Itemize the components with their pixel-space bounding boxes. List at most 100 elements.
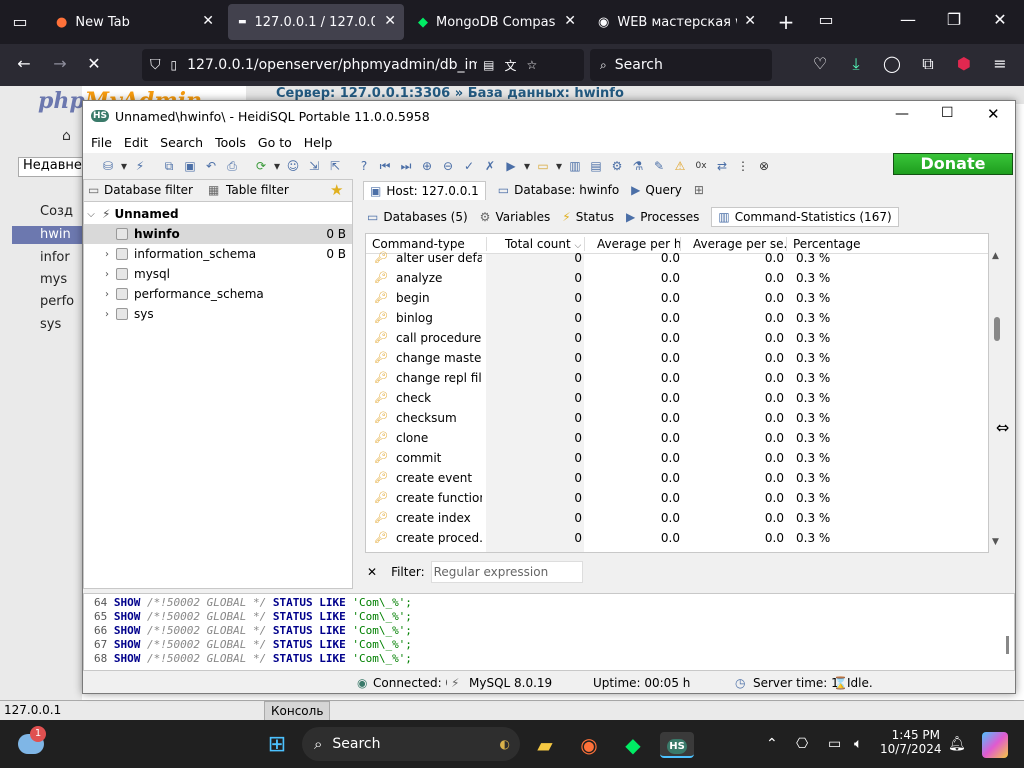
post-icon[interactable]: ✓ — [460, 157, 478, 175]
console-button[interactable]: Консоль — [264, 701, 331, 721]
tab-phpmyadmin[interactable]: ▬ 127.0.0.1 / 127.0.0.1 / hi ✕ — [228, 4, 404, 40]
first-icon[interactable]: ⏮ — [376, 157, 394, 175]
firefox-taskbar-icon[interactable]: ◉ — [576, 732, 602, 758]
print-icon[interactable]: ⎙ — [223, 157, 241, 175]
stop-icon[interactable]: ⊗ — [755, 157, 773, 175]
new-query-tab[interactable]: ⊞ — [694, 183, 709, 197]
scroll-up-icon[interactable]: ▲ — [992, 251, 999, 261]
recent-tables-dropdown[interactable]: Недавнее — [18, 157, 84, 177]
heidisql-taskbar-icon[interactable]: HS — [660, 732, 694, 758]
menu-help[interactable]: Help — [304, 135, 333, 150]
file-explorer-icon[interactable]: ▰ — [532, 732, 558, 758]
table-row[interactable]: 🔑︎ change repl fil... 0 0.0 0.0 0.3 % — [366, 368, 988, 388]
table-row[interactable]: 🔑︎ checksum 0 0.0 0.0 0.3 % — [366, 408, 988, 428]
restore-icon[interactable]: ❐ — [942, 10, 966, 29]
tab-new-tab[interactable]: ● New Tab ✕ — [46, 4, 222, 40]
tree-db-hwinfo[interactable]: hwinfo 0 B — [84, 224, 352, 244]
execute-icon[interactable]: ▶ — [502, 157, 520, 175]
grid-scrollbar[interactable]: ▲ ▼ — [989, 233, 1005, 553]
last-icon[interactable]: ⏭ — [397, 157, 415, 175]
expand-icon[interactable]: › — [100, 269, 114, 280]
table-row[interactable]: 🔑︎ change master 0 0.0 0.0 0.3 % — [366, 348, 988, 368]
table-row[interactable]: 🔑︎ begin 0 0.0 0.0 0.3 % — [366, 288, 988, 308]
session-manager-icon[interactable]: ⛁ — [99, 157, 117, 175]
account-icon[interactable]: ◯ — [880, 54, 904, 73]
volume-icon[interactable]: 🔈︎ — [854, 736, 862, 752]
collapse-icon[interactable]: ⌵ — [84, 209, 98, 220]
table-row[interactable]: 🔑︎ create event 0 0.0 0.0 0.3 % — [366, 468, 988, 488]
taskbar-search[interactable]: ⌕ Search ◐ — [302, 727, 520, 761]
table-row[interactable]: 🔑︎ alter user defa... 0 0.0 0.0 0.3 % — [366, 248, 988, 268]
subtab-command-statistics[interactable]: ▥ Command-Statistics (167) — [711, 207, 899, 227]
minimize-icon[interactable]: — — [895, 106, 909, 122]
close-filter-icon[interactable]: ✕ — [367, 565, 377, 579]
taskbar-clock[interactable]: 1:45 PM 10/7/2024 — [880, 728, 942, 756]
menu-edit[interactable]: Edit — [124, 135, 148, 150]
donate-button[interactable]: Donate — [893, 153, 1013, 175]
table-row[interactable]: 🔑︎ create index 0 0.0 0.0 0.3 % — [366, 508, 988, 528]
table-row[interactable]: 🔑︎ clone 0 0.0 0.0 0.3 % — [366, 428, 988, 448]
tree-db-performance-schema[interactable]: › performance_schema — [84, 284, 352, 304]
pocket-icon[interactable]: ♡ — [808, 54, 832, 73]
log-scroll-thumb[interactable] — [1006, 636, 1009, 654]
expand-icon[interactable]: › — [100, 309, 114, 320]
network-icon[interactable]: ⎔ — [796, 736, 808, 752]
wrap-icon[interactable]: ⇄ — [713, 157, 731, 175]
expand-icon[interactable]: › — [100, 289, 114, 300]
hex-icon[interactable]: 0x — [692, 157, 710, 175]
dropdown-arrow-icon[interactable]: ▾ — [523, 157, 531, 175]
shield-icon[interactable]: ⛉ — [150, 57, 161, 73]
firefox-view-icon[interactable]: ▭ — [814, 10, 838, 29]
query-tool-icon[interactable]: ⚙ — [608, 157, 626, 175]
new-tab-icon[interactable]: + — [774, 10, 798, 34]
copy-icon[interactable]: ⧉ — [160, 157, 178, 175]
close-tab-icon[interactable]: ✕ — [564, 13, 576, 29]
display-icon[interactable]: ▭ — [828, 736, 841, 752]
extensions-icon[interactable]: ⧉ — [916, 54, 940, 74]
tree-db-mysql[interactable]: › mysql — [84, 264, 352, 284]
close-window-icon[interactable]: ✕ — [988, 10, 1012, 29]
user-manager-icon[interactable]: ☺ — [284, 157, 302, 175]
notification-bell-icon[interactable]: 🔔︎ — [948, 736, 966, 752]
search-bar[interactable]: ⌕ Search — [590, 49, 772, 81]
bookmark-star-icon[interactable]: ☆ — [526, 58, 537, 72]
tree-session[interactable]: ⌵ ⚡ Unnamed — [84, 204, 352, 224]
translate-icon[interactable]: 文 — [504, 57, 516, 74]
subtab-status[interactable]: ⚡ Status — [562, 210, 614, 224]
menu-tools[interactable]: Tools — [215, 135, 246, 150]
menu-file[interactable]: File — [91, 135, 112, 150]
cancel-icon[interactable]: ✗ — [481, 157, 499, 175]
tab-query[interactable]: ▶ Query — [631, 183, 682, 197]
pma-tree-sys[interactable]: sys — [40, 317, 61, 332]
table-row[interactable]: 🔑︎ call procedure 0 0.0 0.0 0.3 % — [366, 328, 988, 348]
breadcrumb-db[interactable]: База данных: hwinfo — [468, 86, 624, 101]
scroll-down-icon[interactable]: ▼ — [992, 537, 999, 547]
table-row[interactable]: 🔑︎ analyze 0 0.0 0.0 0.3 % — [366, 268, 988, 288]
undo-icon[interactable]: ↶ — [202, 157, 220, 175]
table-row[interactable]: 🔑︎ commit 0 0.0 0.0 0.3 % — [366, 448, 988, 468]
page-info-icon[interactable]: ▯ — [171, 58, 178, 72]
scroll-thumb[interactable] — [994, 317, 1000, 341]
pma-tree-new[interactable]: Созд — [40, 204, 73, 219]
table-row[interactable]: 🔑︎ binlog 0 0.0 0.0 0.3 % — [366, 308, 988, 328]
open-folder-icon[interactable]: ▭ — [534, 157, 552, 175]
disconnect-icon[interactable]: ⚡ — [131, 157, 149, 175]
close-tab-icon[interactable]: ✕ — [384, 13, 396, 29]
subtab-processes[interactable]: ▶ Processes — [626, 210, 699, 224]
database-filter-tab[interactable]: Database filter — [104, 183, 193, 197]
pma-tree-mysql[interactable]: mys — [40, 272, 67, 287]
dropdown-arrow-icon[interactable]: ▾ — [273, 157, 281, 175]
save-icon[interactable]: ▥ — [566, 157, 584, 175]
table-row[interactable]: 🔑︎ check 0 0.0 0.0 0.3 % — [366, 388, 988, 408]
import-icon[interactable]: ⇲ — [305, 157, 323, 175]
filter-input[interactable]: Regular expression — [430, 561, 583, 583]
copilot-icon[interactable] — [982, 732, 1008, 758]
tab-host[interactable]: ▣ Host: 127.0.0.1 — [363, 180, 486, 200]
reader-view-icon[interactable]: ▤ — [483, 58, 494, 72]
table-filter-tab[interactable]: Table filter — [226, 183, 289, 197]
clear-icon[interactable]: ✎ — [650, 157, 668, 175]
menu-goto[interactable]: Go to — [258, 135, 292, 150]
back-icon[interactable]: ← — [12, 54, 36, 73]
subtab-databases[interactable]: ▭ Databases (5) — [367, 210, 468, 224]
pma-tree-hwinfo[interactable]: hwin — [40, 227, 71, 242]
